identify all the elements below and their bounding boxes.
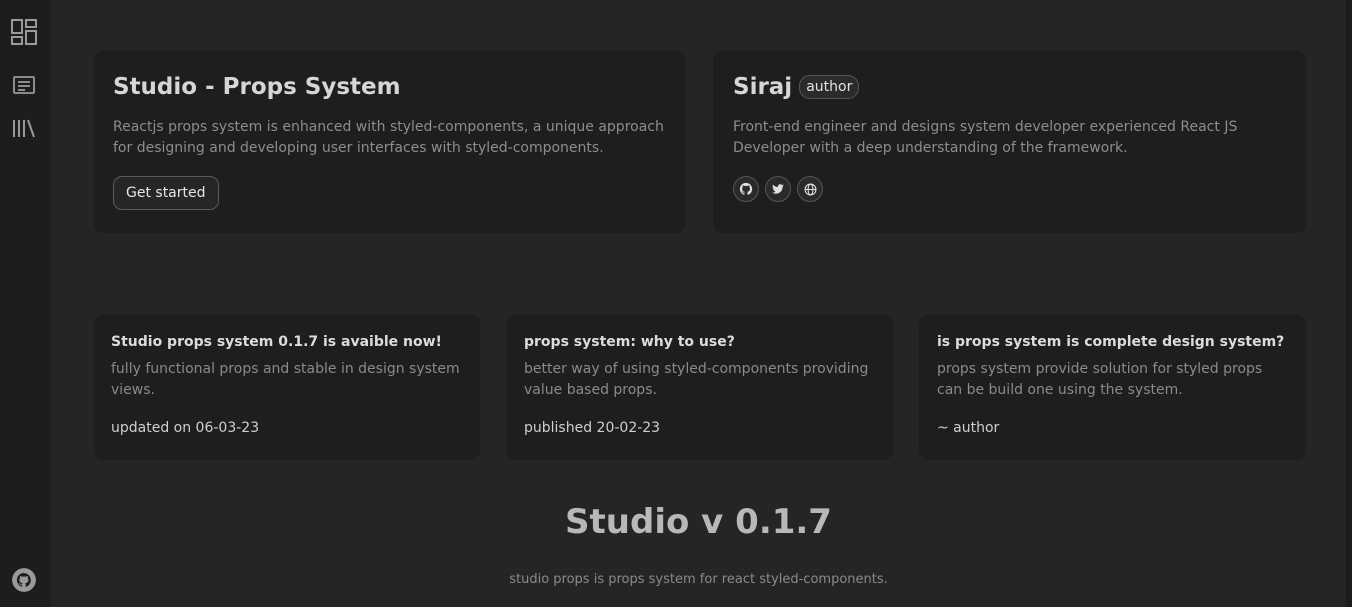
info-card-footer: published 20-02-23 <box>524 420 661 436</box>
sidebar-item-articles[interactable] <box>9 70 39 100</box>
main-content: Studio - Props System Reactjs props syst… <box>51 0 1346 607</box>
globe-icon <box>804 183 816 195</box>
author-card: Siraj author Front-end engineer and desi… <box>713 50 1306 233</box>
info-card-title: Studio props system 0.1.7 is avaible now… <box>111 334 442 350</box>
social-links <box>733 176 1286 202</box>
info-card-footer: ~ author <box>937 420 1000 436</box>
hero-card: Studio - Props System Reactjs props syst… <box>94 50 686 233</box>
info-card-description: fully functional props and stable in des… <box>111 361 460 398</box>
author-name: Siraj <box>733 74 793 100</box>
scrollbar[interactable] <box>1346 0 1352 607</box>
info-card-title: props system: why to use? <box>524 334 735 350</box>
github-icon <box>12 568 36 592</box>
social-github-link[interactable] <box>733 176 759 202</box>
hero-title: Studio - Props System <box>113 74 401 100</box>
sidebar-github-link[interactable] <box>9 565 39 595</box>
info-card-why[interactable]: props system: why to use? better way of … <box>506 314 893 460</box>
version-title: Studio v 0.1.7 <box>565 502 832 542</box>
social-website-link[interactable] <box>797 176 823 202</box>
library-icon <box>13 119 35 138</box>
info-card-footer: updated on 06-03-23 <box>111 420 260 436</box>
get-started-button[interactable]: Get started <box>113 176 219 210</box>
info-card-design-system[interactable]: is props system is complete design syste… <box>919 314 1306 460</box>
info-card-title: is props system is complete design syste… <box>937 334 1285 350</box>
version-subtitle: studio props is props system for react s… <box>509 572 888 587</box>
dashboard-icon <box>11 19 37 45</box>
sidebar <box>0 0 51 607</box>
twitter-icon <box>772 184 784 194</box>
app-root: Studio - Props System Reactjs props syst… <box>0 0 1352 607</box>
social-twitter-link[interactable] <box>765 176 791 202</box>
info-card-description: better way of using styled-components pr… <box>524 361 869 398</box>
author-badge: author <box>799 75 860 99</box>
sidebar-item-dashboard[interactable] <box>9 17 39 47</box>
info-card-release[interactable]: Studio props system 0.1.7 is avaible now… <box>94 314 480 460</box>
github-icon <box>739 182 753 195</box>
article-icon <box>13 76 35 94</box>
hero-description: Reactjs props system is enhanced with st… <box>113 119 664 156</box>
sidebar-item-library[interactable] <box>9 113 39 143</box>
author-heading: Siraj author <box>733 74 1286 100</box>
author-bio: Front-end engineer and designs system de… <box>733 119 1238 156</box>
info-card-description: props system provide solution for styled… <box>937 361 1263 398</box>
